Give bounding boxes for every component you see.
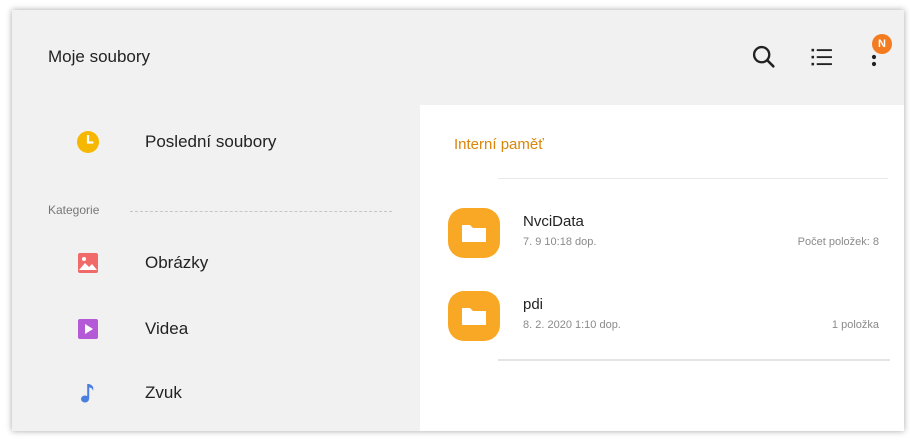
- category-heading: Kategorie: [48, 203, 100, 217]
- sidebar-item-label: Poslední soubory: [145, 132, 277, 151]
- folder-icon: [448, 208, 500, 258]
- folder-date: 7. 9 10:18 dop.: [523, 236, 597, 248]
- notification-badge: N: [872, 34, 892, 54]
- music-note-icon: [76, 381, 100, 405]
- sidebar: Poslední soubory Kategorie Obrázky Videa…: [12, 105, 420, 431]
- clock-icon: [76, 130, 100, 154]
- folder-name: NvciData: [523, 213, 584, 230]
- list-view-icon[interactable]: [808, 43, 836, 71]
- folder-row[interactable]: NvciData 7. 9 10:18 dop. Počet položek: …: [420, 198, 904, 268]
- folder-date: 8. 2. 2020 1:10 dop.: [523, 319, 621, 331]
- app-window: Moje soubory N Poslední soubory Kategori…: [12, 10, 904, 431]
- sidebar-item-label: Obrázky: [145, 253, 209, 272]
- sidebar-item-label: Zvuk: [145, 383, 182, 402]
- divider: [498, 359, 890, 361]
- search-icon[interactable]: [750, 43, 778, 71]
- folder-item-count: Počet položek: 8: [797, 236, 879, 248]
- sidebar-item-videos[interactable]: Videa: [12, 304, 412, 354]
- sidebar-item-audio[interactable]: Zvuk: [12, 368, 412, 418]
- video-icon: [76, 317, 100, 341]
- category-divider: [130, 211, 392, 212]
- folder-row[interactable]: pdi 8. 2. 2020 1:10 dop. 1 položka: [420, 281, 904, 351]
- header: Moje soubory N: [12, 10, 904, 105]
- folder-icon: [448, 291, 500, 341]
- folder-name: pdi: [523, 296, 544, 313]
- sidebar-item-recent[interactable]: Poslední soubory: [12, 117, 412, 167]
- sidebar-item-label: Videa: [145, 319, 189, 338]
- sidebar-item-images[interactable]: Obrázky: [12, 238, 412, 288]
- storage-section-title: Interní paměť: [454, 136, 544, 153]
- image-icon: [76, 251, 100, 275]
- divider: [498, 178, 888, 179]
- main-panel: Interní paměť NvciData 7. 9 10:18 dop. P…: [420, 105, 904, 431]
- page-title: Moje soubory: [48, 47, 151, 66]
- folder-item-count: 1 položka: [831, 319, 879, 331]
